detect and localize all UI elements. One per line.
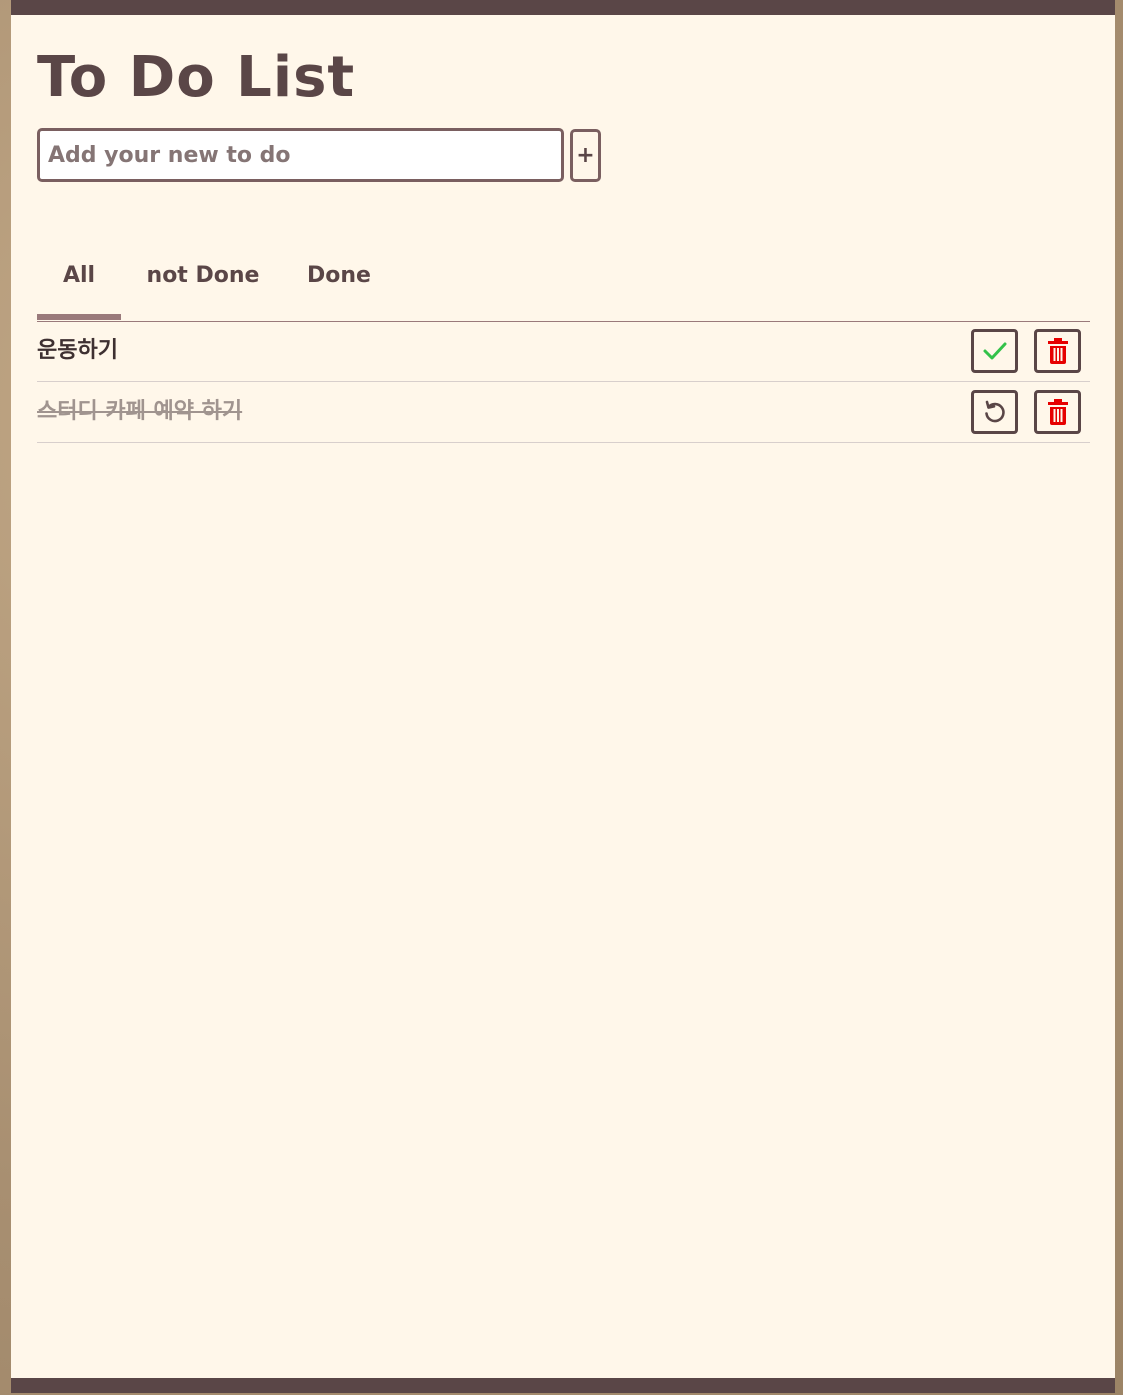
delete-button[interactable] xyxy=(1034,329,1081,373)
page-title: To Do List xyxy=(37,45,356,110)
trash-icon xyxy=(1047,338,1068,364)
todo-list: 운동하기 스터디 카페 예약 하기 xyxy=(37,321,1090,443)
delete-button[interactable] xyxy=(1034,390,1081,434)
todo-text: 운동하기 xyxy=(37,338,118,363)
tab-all[interactable]: All xyxy=(37,250,121,301)
todo-item: 운동하기 xyxy=(37,321,1090,382)
check-icon xyxy=(983,342,1006,360)
tab-done[interactable]: Done xyxy=(299,250,379,301)
add-todo-button[interactable]: + xyxy=(570,129,601,182)
new-todo-input[interactable] xyxy=(37,128,564,182)
todo-item: 스터디 카페 예약 하기 xyxy=(37,382,1090,443)
todo-card: To Do List + All not Done Done 운동하기 xyxy=(11,0,1115,1393)
undo-button[interactable] xyxy=(971,390,1018,434)
undo-icon xyxy=(984,400,1005,423)
tab-not-done[interactable]: not Done xyxy=(137,250,269,301)
todo-text: 스터디 카페 예약 하기 xyxy=(37,399,243,424)
trash-icon xyxy=(1047,399,1068,425)
top-border-bar xyxy=(11,0,1115,15)
filter-tabs: All not Done Done xyxy=(37,250,1090,322)
active-tab-indicator xyxy=(37,314,121,320)
bottom-border-bar xyxy=(11,1378,1115,1393)
complete-button[interactable] xyxy=(971,329,1018,373)
